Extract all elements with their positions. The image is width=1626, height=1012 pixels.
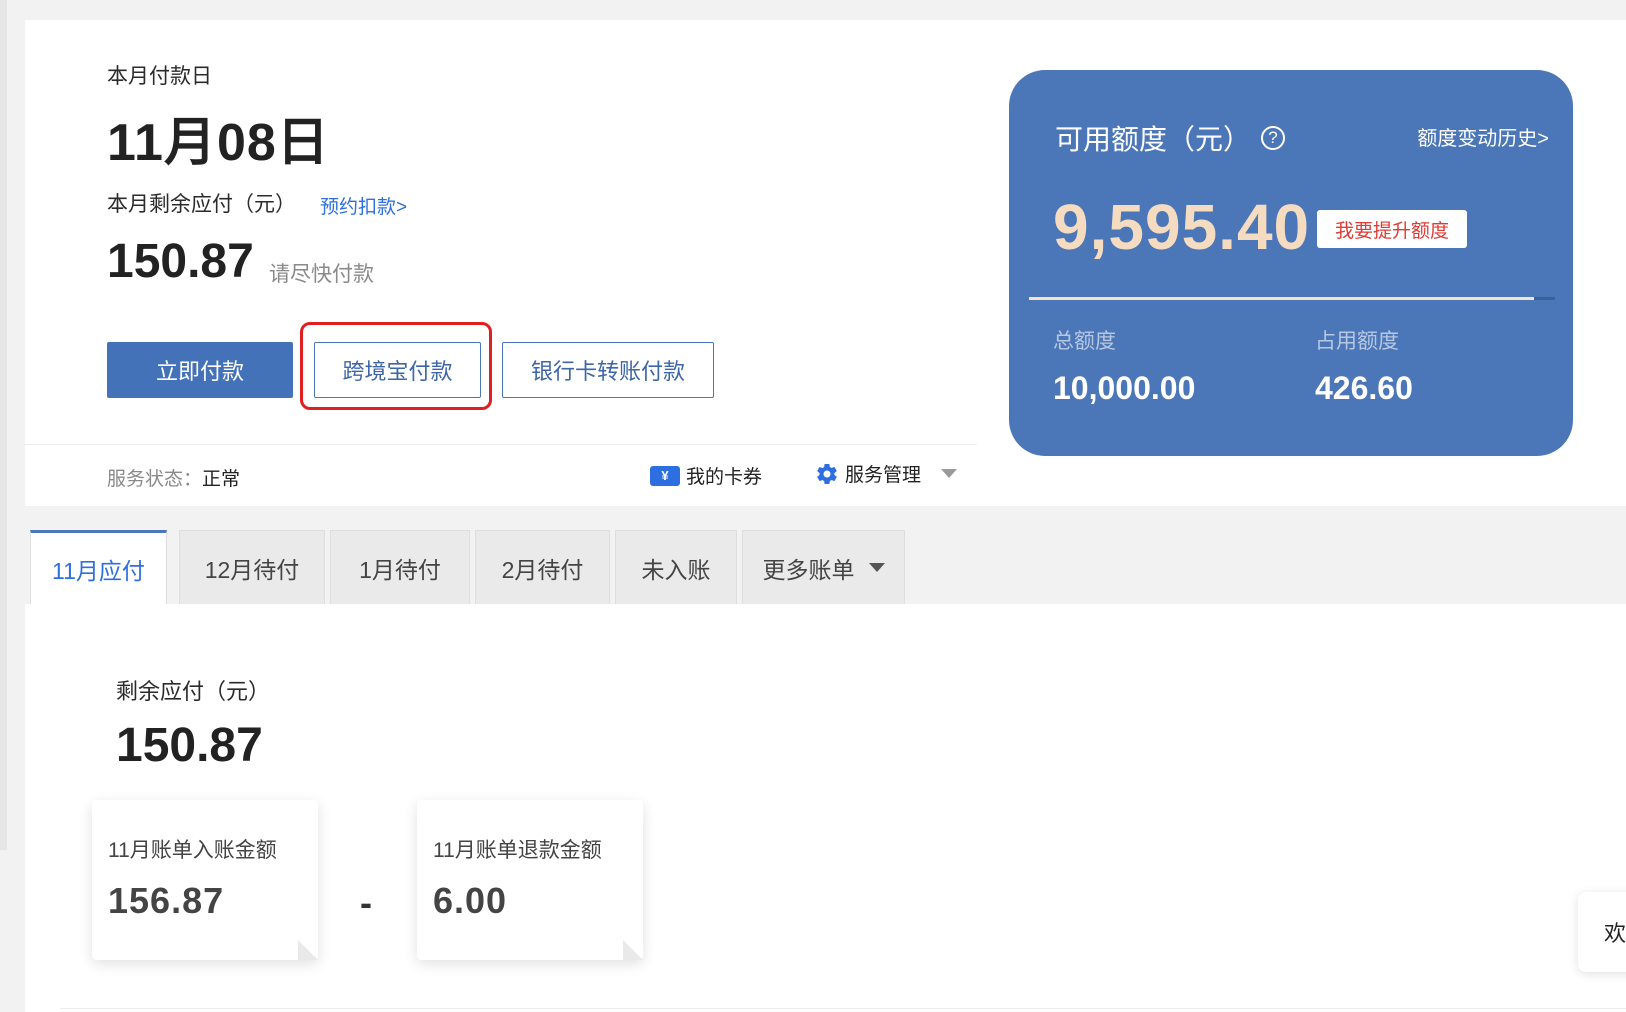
bill-remaining-label: 剩余应付（元） (116, 679, 271, 704)
total-credit-label: 总额度 (1053, 330, 1116, 353)
posted-amount-label: 11月账单入账金额 (108, 839, 277, 862)
my-coupons-label: 我的卡券 (686, 467, 763, 488)
tab-feb-pending[interactable]: 2月待付 (475, 530, 610, 604)
card-fold-corner (623, 940, 643, 960)
bottom-divider (60, 1008, 1626, 1009)
schedule-deduction-link[interactable]: 预约扣款> (320, 192, 407, 219)
chevron-down-icon (868, 563, 885, 572)
refund-amount-value: 6.00 (433, 880, 508, 921)
tab-label: 11月应付 (52, 557, 145, 584)
credit-usage-bar-fill (1029, 297, 1534, 300)
tab-label: 更多账单 (762, 556, 855, 583)
pay-soon-hint: 请尽快付款 (269, 263, 374, 286)
refund-amount-label: 11月账单退款金额 (433, 839, 602, 862)
tab-jan-pending[interactable]: 1月待付 (330, 530, 470, 604)
posted-amount-value: 156.87 (108, 880, 225, 921)
bank-transfer-pay-button[interactable]: 银行卡转账付款 (502, 342, 714, 398)
highlight-box (300, 322, 492, 410)
gear-icon (817, 463, 837, 484)
available-credit-amount: 9,595.40 (1053, 191, 1311, 263)
tab-dec-pending[interactable]: 12月待付 (179, 530, 325, 604)
service-status-label: 服务状态： (107, 469, 203, 490)
my-coupons-link[interactable]: ¥ 我的卡券 (650, 462, 762, 489)
coupon-icon: ¥ (650, 465, 680, 486)
chevron-down-icon (941, 469, 958, 478)
tab-more-bills[interactable]: 更多账单 (742, 530, 905, 604)
used-credit-value: 426.60 (1315, 370, 1413, 406)
card-fold-corner (298, 940, 318, 960)
remaining-amount: 150.87 (107, 235, 254, 288)
minus-sign: - (360, 882, 372, 923)
service-status-value: 正常 (202, 469, 241, 490)
tab-unposted[interactable]: 未入账 (615, 530, 737, 604)
tab-label: 12月待付 (204, 556, 300, 583)
service-status: 服务状态：正常 (107, 464, 240, 491)
bill-remaining-amount: 150.87 (116, 719, 263, 772)
tab-nov-due[interactable]: 11月应付 (30, 530, 167, 604)
credit-limit-card: 可用额度（元） ? 额度变动历史> 9,595.40 我要提升额度 总额度 10… (1009, 70, 1573, 456)
service-management-dropdown[interactable]: 服务管理 (815, 460, 958, 487)
section-divider (25, 444, 977, 445)
service-management-label: 服务管理 (845, 465, 922, 486)
available-credit-label: 可用额度（元） (1055, 124, 1252, 155)
tab-label: 2月待付 (501, 556, 584, 583)
tab-label: 未入账 (641, 556, 711, 583)
help-icon[interactable]: ? (1261, 126, 1286, 150)
credit-usage-bar (1029, 297, 1555, 300)
welcome-side-tab[interactable]: 欢 (1578, 892, 1626, 972)
pay-now-button[interactable]: 立即付款 (107, 342, 293, 398)
posted-amount-card: 11月账单入账金额 156.87 (92, 800, 318, 960)
used-credit-label: 占用额度 (1315, 330, 1399, 353)
left-edge-strip (0, 0, 7, 850)
raise-credit-button[interactable]: 我要提升额度 (1317, 210, 1467, 248)
refund-amount-card: 11月账单退款金额 6.00 (417, 800, 643, 960)
credit-history-link[interactable]: 额度变动历史> (1417, 122, 1549, 151)
total-credit-value: 10,000.00 (1053, 370, 1196, 406)
available-credit-title: 可用额度（元） ? (1055, 118, 1286, 158)
tab-label: 1月待付 (359, 556, 441, 583)
side-tab-label: 欢 (1604, 921, 1626, 946)
due-date-label: 本月付款日 (107, 65, 212, 88)
remaining-label: 本月剩余应付（元） (107, 193, 296, 216)
due-date: 11月08日 (107, 114, 330, 172)
